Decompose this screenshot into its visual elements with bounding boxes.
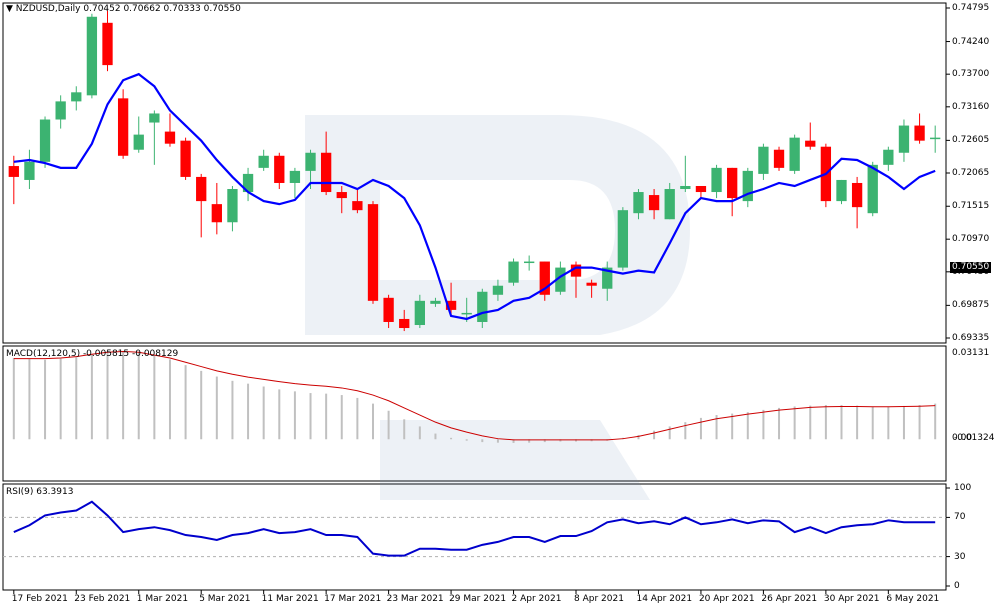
- bear-candle: [211, 204, 222, 223]
- bull-candle: [24, 161, 35, 180]
- time-tick-label: 17 Feb 2021: [11, 594, 68, 604]
- trading-chart[interactable]: [0, 0, 994, 610]
- bull-candle: [680, 185, 691, 190]
- bear-candle: [383, 297, 394, 322]
- price-tick-label: 0.74240: [952, 36, 990, 47]
- price-tick-label: 0.73700: [952, 69, 990, 80]
- bear-candle: [320, 152, 332, 193]
- collapse-triangle-icon[interactable]: ▼: [6, 4, 13, 14]
- time-tick-label: 1 Mar 2021: [136, 594, 189, 604]
- bull-candle: [289, 170, 301, 183]
- bear-candle: [164, 131, 176, 144]
- price-tick-label: 0.72065: [952, 168, 990, 178]
- macd-tick-label: 0.03131: [952, 348, 990, 358]
- price-tick-label: 0.73160: [952, 101, 990, 112]
- bull-candle: [39, 119, 51, 162]
- rsi-tick-label: 0: [954, 581, 960, 591]
- bull-candle: [258, 155, 269, 168]
- time-tick-label: 6 May 2021: [886, 594, 940, 604]
- bull-candle: [758, 146, 769, 174]
- time-tick-label: 20 Apr 2021: [698, 594, 755, 604]
- bull-candle: [930, 137, 941, 140]
- symbol-name: NZDUSD,Daily: [15, 4, 81, 14]
- time-tick-label: 5 Mar 2021: [199, 594, 251, 604]
- macd-tick-label: -0.01324: [954, 433, 994, 444]
- rsi-header: RSI(9) 63.3913: [6, 487, 74, 497]
- current-price-tag: 0.70550: [950, 262, 992, 273]
- bear-candle: [102, 22, 113, 66]
- bull-candle: [633, 192, 644, 214]
- bull-candle: [55, 101, 66, 120]
- time-tick-label: 29 Mar 2021: [449, 594, 507, 604]
- bull-candle: [508, 261, 519, 283]
- symbol-header: ▼ NZDUSD,Daily 0.70452 0.70662 0.70333 0…: [6, 4, 241, 15]
- rsi-tick-label: 30: [954, 551, 966, 562]
- ohlc-values: 0.70452 0.70662 0.70333 0.70550: [83, 4, 241, 14]
- bull-candle: [227, 189, 238, 223]
- bear-candle: [914, 125, 925, 141]
- bear-candle: [180, 140, 191, 177]
- macd-header: MACD(12,120,5) -0.005815 -0.008129: [6, 349, 179, 359]
- time-tick-label: 17 Mar 2021: [324, 594, 382, 604]
- price-tick-label: 0.72605: [952, 135, 990, 146]
- bull-candle: [898, 125, 910, 153]
- time-tick-label: 8 Apr 2021: [574, 594, 624, 604]
- bear-candle: [695, 185, 707, 193]
- bear-candle: [274, 155, 285, 183]
- bull-candle: [789, 137, 800, 171]
- bear-candle: [367, 204, 379, 301]
- time-tick-label: 11 Mar 2021: [261, 594, 319, 604]
- bull-candle: [883, 149, 894, 165]
- bull-candle: [477, 291, 488, 322]
- bull-candle: [836, 179, 847, 202]
- bear-candle: [851, 182, 863, 208]
- bull-candle: [86, 16, 98, 96]
- time-tick-label: 14 Apr 2021: [636, 594, 693, 604]
- bear-candle: [196, 176, 207, 202]
- bear-candle: [117, 98, 129, 156]
- bull-candle: [711, 167, 722, 193]
- bull-candle: [149, 113, 160, 123]
- rsi-line: [13, 500, 936, 557]
- bull-candle: [133, 134, 144, 150]
- time-tick-label: 23 Mar 2021: [386, 594, 444, 604]
- bull-candle: [414, 300, 425, 326]
- bull-candle: [71, 92, 82, 102]
- time-tick-label: 30 Apr 2021: [823, 594, 880, 604]
- bull-candle: [617, 210, 629, 268]
- bear-candle: [773, 149, 785, 168]
- bull-candle: [430, 300, 441, 304]
- bull-candle: [524, 261, 535, 264]
- bear-candle: [399, 318, 410, 329]
- time-tick-label: 2 Apr 2021: [511, 594, 562, 604]
- bear-candle: [648, 195, 660, 211]
- price-tick-label: 0.69875: [952, 300, 990, 311]
- bear-candle: [805, 140, 816, 147]
- bear-candle: [727, 167, 738, 199]
- rsi-tick-label: 100: [954, 483, 972, 493]
- bear-candle: [352, 201, 363, 211]
- watermark-shape: [305, 115, 690, 335]
- rsi-tick-label: 70: [954, 512, 966, 523]
- bull-candle: [664, 189, 675, 220]
- bear-candle: [8, 166, 19, 177]
- bull-candle: [305, 152, 316, 171]
- time-tick-label: 23 Feb 2021: [74, 594, 131, 604]
- bull-candle: [867, 164, 878, 214]
- bull-candle: [461, 312, 472, 315]
- bear-candle: [336, 192, 347, 199]
- price-tick-label: 0.69335: [952, 333, 990, 343]
- time-tick-label: 26 Apr 2021: [761, 594, 818, 604]
- price-tick-label: 0.71515: [952, 201, 990, 212]
- bear-candle: [586, 282, 597, 286]
- price-tick-label: 0.74795: [952, 3, 990, 13]
- bull-candle: [492, 285, 504, 295]
- price-tick-label: 0.70970: [952, 234, 990, 245]
